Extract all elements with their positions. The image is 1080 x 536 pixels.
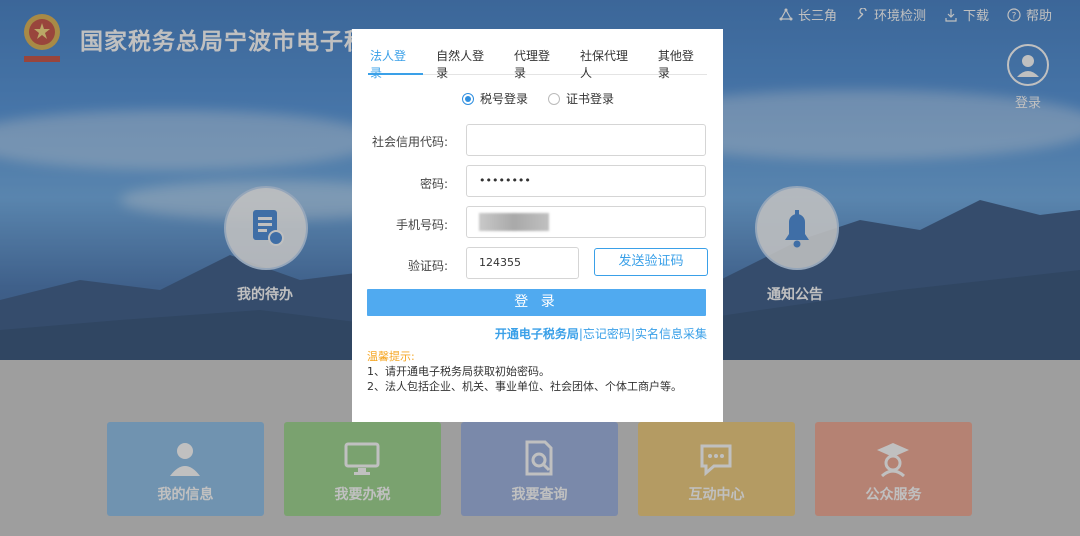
tips-line: 2、法人包括企业、机关、事业单位、社会团体、个体工商户等。 xyxy=(367,380,682,393)
phone-input[interactable] xyxy=(466,206,706,238)
login-modal: 法人登录 自然人登录 代理登录 社保代理人 其他登录 税号登录 证书登录 社会信… xyxy=(352,29,723,422)
captcha-label: 验证码: xyxy=(407,259,448,273)
account-links: 开通电子税务局|忘记密码|实名信息采集 xyxy=(495,325,707,342)
active-tab-underline xyxy=(368,73,423,75)
password-input[interactable]: •••••••• xyxy=(466,165,706,197)
tab-social-security-agent[interactable]: 社保代理人 xyxy=(578,47,641,80)
radio-checked-icon xyxy=(462,92,474,105)
radio-tax-id[interactable]: 税号登录 xyxy=(462,90,528,107)
open-account-link[interactable]: 开通电子税务局 xyxy=(495,327,579,341)
tab-legal-person[interactable]: 法人登录 xyxy=(368,47,419,80)
login-method: 税号登录 证书登录 xyxy=(462,90,614,107)
tab-agent[interactable]: 代理登录 xyxy=(512,47,563,80)
credit-code-label: 社会信用代码: xyxy=(371,135,448,149)
credit-code-input[interactable] xyxy=(466,124,706,156)
realname-collection-link[interactable]: 实名信息采集 xyxy=(635,327,707,341)
login-tabs: 法人登录 自然人登录 代理登录 社保代理人 其他登录 xyxy=(368,47,707,80)
tab-other[interactable]: 其他登录 xyxy=(656,47,707,80)
forgot-password-link[interactable]: 忘记密码 xyxy=(583,327,631,341)
login-tips: 温馨提示: 1、请开通电子税务局获取初始密码。 2、法人包括企业、机关、事业单位… xyxy=(367,349,682,394)
login-button[interactable]: 登 录 xyxy=(367,289,706,316)
phone-label: 手机号码: xyxy=(395,218,448,232)
radio-label: 税号登录 xyxy=(480,92,529,106)
redacted-phone xyxy=(479,213,549,231)
tips-line: 1、请开通电子税务局获取初始密码。 xyxy=(367,365,550,378)
captcha-input[interactable]: 124355 xyxy=(466,247,579,279)
tab-natural-person[interactable]: 自然人登录 xyxy=(434,47,497,80)
radio-unchecked-icon xyxy=(548,92,561,105)
tips-title: 温馨提示: xyxy=(367,350,415,363)
send-code-button[interactable]: 发送验证码 xyxy=(594,248,708,276)
password-label: 密码: xyxy=(419,177,448,191)
radio-certificate[interactable]: 证书登录 xyxy=(548,90,614,107)
radio-label: 证书登录 xyxy=(566,92,615,106)
